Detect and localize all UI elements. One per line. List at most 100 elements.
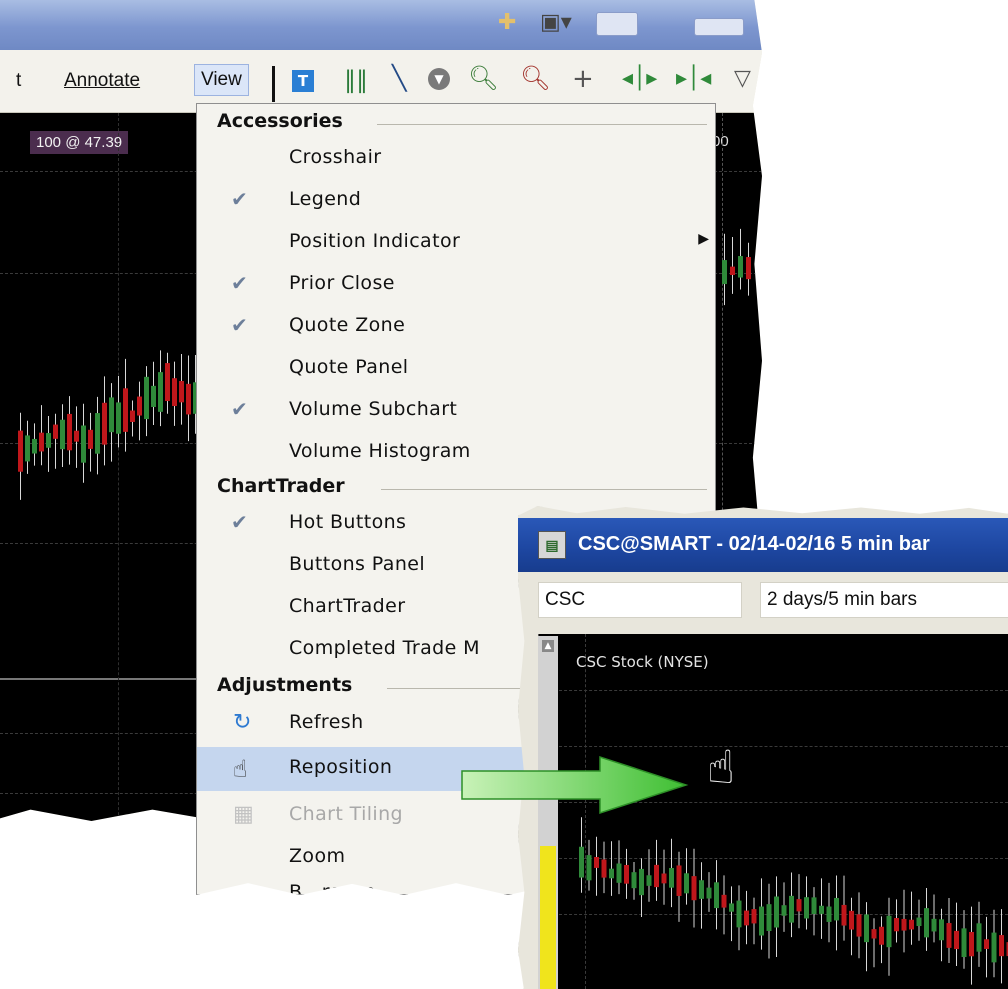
menu-item-label: Quote Panel [289, 356, 409, 378]
period-field[interactable]: 2 days/5 min bars [760, 582, 1008, 618]
window-group-icon[interactable]: ▣▾ [540, 10, 572, 35]
candle-body [849, 910, 854, 930]
down-circle-icon[interactable]: ▼ [428, 68, 450, 90]
candle-body [609, 868, 614, 879]
submenu-arrow-icon: ▶ [698, 231, 709, 247]
menu-item-quote-zone[interactable]: ✔ Quote Zone [197, 305, 715, 347]
candle-body [871, 929, 877, 939]
restore-button[interactable] [596, 12, 638, 36]
zoom-out-icon[interactable]: 🔍︎ [520, 64, 550, 92]
volume-bar [144, 865, 149, 873]
candle-body [961, 928, 967, 958]
menu-item-volume-histogram[interactable]: Volume Histogram [197, 431, 715, 473]
candle-body [18, 430, 23, 472]
candle-body [811, 897, 817, 915]
candle-body [179, 380, 184, 403]
tile-grid-icon: ▦ [233, 802, 254, 827]
menu-item-volume-subchart[interactable]: ✔ Volume Subchart [197, 389, 715, 431]
volume-bar [109, 863, 114, 873]
draw-line-icon[interactable]: ╲ [392, 64, 406, 92]
candle-body [722, 260, 727, 285]
menu-view[interactable]: View [194, 64, 249, 96]
csc-chart-window: ▤ CSC@SMART - 02/14-02/16 5 min bar CSC … [518, 506, 1008, 989]
menu-item-prior-close[interactable]: ✔ Prior Close [197, 263, 715, 305]
volume-bar [60, 851, 65, 873]
candle-body [137, 396, 142, 416]
volume-bar [32, 841, 37, 873]
volume-bar [46, 845, 51, 873]
hand-pointer-icon: ☝ [233, 755, 248, 783]
candle-body [123, 388, 128, 432]
menu-annotate[interactable]: Annotate [64, 70, 140, 92]
candle-body [102, 402, 107, 445]
menu-item-quote-panel[interactable]: Quote Panel [197, 347, 715, 389]
candle-body [684, 873, 689, 894]
candle-body [654, 864, 659, 888]
candle-body [774, 896, 779, 928]
title-bar: ✚ ▣▾ [0, 0, 762, 50]
checkmark-icon: ✔ [231, 397, 248, 421]
candle-body [879, 926, 884, 945]
candle-body [158, 372, 163, 412]
candle-body [916, 917, 922, 927]
candle-body [954, 930, 959, 950]
volume-bar [186, 854, 191, 873]
candle-body [976, 923, 982, 952]
bar-chart-icon[interactable]: ∥∥ [344, 66, 368, 94]
candle-body [676, 865, 682, 896]
candle-body [939, 919, 944, 941]
green-arrow-icon [461, 755, 689, 815]
menu-item-position-indicator[interactable]: Position Indicator ▶ [197, 221, 715, 263]
candle-body [144, 376, 149, 420]
scroll-up-icon[interactable]: ▲ [542, 640, 554, 652]
volume-bar [137, 864, 142, 873]
candle-body [834, 897, 839, 921]
symbol-field[interactable]: CSC [538, 582, 742, 618]
candle-body [706, 887, 712, 899]
candle-body [856, 914, 862, 937]
volume-bar [39, 837, 44, 873]
pin-icon[interactable]: ✚ [498, 10, 516, 35]
volume-bar [172, 836, 177, 873]
volume-bar [74, 834, 79, 873]
crosshair-icon[interactable]: + [572, 64, 594, 94]
candle-body [165, 363, 170, 402]
section-heading-accessories: Accessories [217, 110, 343, 132]
candle-body [25, 435, 30, 462]
candle-body [53, 424, 58, 439]
candle-body [186, 383, 191, 415]
candle-body [691, 876, 697, 901]
candle-body [39, 432, 44, 452]
volume-bar [179, 851, 184, 873]
zoom-in-icon[interactable]: 🔍︎ [468, 64, 498, 92]
candle-body [991, 932, 997, 963]
menu-item-label: Volume Subchart [289, 398, 458, 420]
section-divider [381, 489, 707, 490]
candle-body [781, 905, 787, 916]
more-dropdown-icon[interactable]: ▽ [734, 66, 751, 91]
candle-body [579, 846, 584, 878]
volume-bar [116, 839, 121, 873]
candle-body [744, 910, 749, 926]
candle-body [639, 868, 644, 896]
checkmark-icon: ✔ [231, 187, 248, 211]
minimize-button[interactable] [694, 18, 744, 36]
candle-body [60, 419, 65, 450]
candle-body [646, 875, 652, 886]
candle-body [789, 895, 794, 923]
text-tool-icon[interactable]: T [292, 70, 314, 92]
candle-body [661, 873, 667, 884]
menu-item-label: B...reese [289, 881, 377, 895]
candle-body [751, 909, 757, 924]
right-candles-layer [722, 228, 751, 306]
menu-item-partial[interactable]: t [16, 70, 21, 92]
candle-body [616, 863, 622, 883]
candle-body [864, 914, 869, 943]
menu-item-legend[interactable]: ✔ Legend [197, 179, 715, 221]
split-horizontal-icon[interactable]: ▸│◂ [676, 66, 711, 91]
menu-item-label: Quote Zone [289, 314, 406, 336]
main-candles-layer [18, 350, 198, 873]
expand-horizontal-icon[interactable]: ◂│▸ [622, 66, 657, 91]
candle-body [984, 939, 989, 949]
menu-item-crosshair[interactable]: Crosshair [197, 137, 715, 179]
